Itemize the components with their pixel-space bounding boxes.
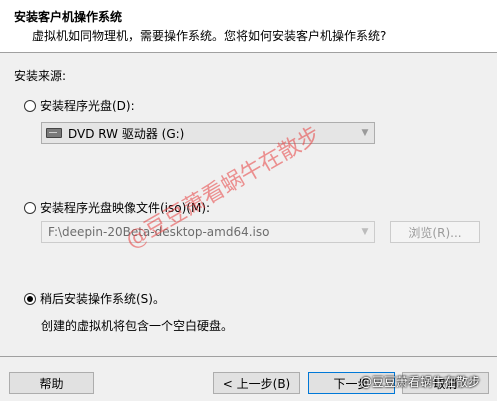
corner-watermark: @豆豆萧看蜗牛在散步 [360, 375, 481, 389]
radio-button[interactable] [24, 99, 36, 112]
help-button[interactable]: 帮助 [9, 372, 94, 394]
browse-button[interactable]: 浏览(R)... [390, 221, 480, 243]
dvd-drive-icon [46, 128, 62, 138]
chevron-down-icon[interactable]: ▼ [356, 128, 374, 138]
back-button[interactable]: < 上一步(B) [213, 372, 300, 394]
page-subtitle: 虚拟机如同物理机，需要操作系统。您将如何安装客户机操作系统? [32, 29, 387, 43]
footer-divider [0, 356, 497, 357]
radio-button[interactable] [24, 201, 36, 214]
radio-install-later[interactable]: 稍后安装操作系统(S)。 [24, 290, 165, 307]
wizard-header: 安装客户机操作系统 虚拟机如同物理机，需要操作系统。您将如何安装客户机操作系统? [0, 0, 497, 53]
iso-path-select[interactable]: F:\deepin-20Beta-desktop-amd64.iso ▼ [41, 221, 375, 243]
install-later-hint: 创建的虚拟机将包含一个空白硬盘。 [41, 319, 234, 333]
radio-installer-disc[interactable]: 安装程序光盘(D): [24, 97, 135, 114]
drive-select[interactable]: DVD RW 驱动器 (G:) ▼ [41, 122, 375, 144]
radio-iso-image[interactable]: 安装程序光盘映像文件(iso)(M): [24, 199, 210, 216]
radio-button[interactable] [24, 292, 36, 305]
radio-label-install-later: 稍后安装操作系统(S)。 [40, 292, 165, 306]
chevron-down-icon[interactable]: ▼ [356, 227, 374, 237]
radio-label-iso-image: 安装程序光盘映像文件(iso)(M): [40, 201, 211, 215]
drive-select-value: DVD RW 驱动器 (G:) [68, 126, 185, 141]
radio-label-installer-disc: 安装程序光盘(D): [40, 99, 135, 113]
install-source-label: 安装来源: [14, 69, 67, 83]
iso-path-value: F:\deepin-20Beta-desktop-amd64.iso [48, 225, 270, 239]
page-title: 安装客户机操作系统 [14, 10, 123, 24]
